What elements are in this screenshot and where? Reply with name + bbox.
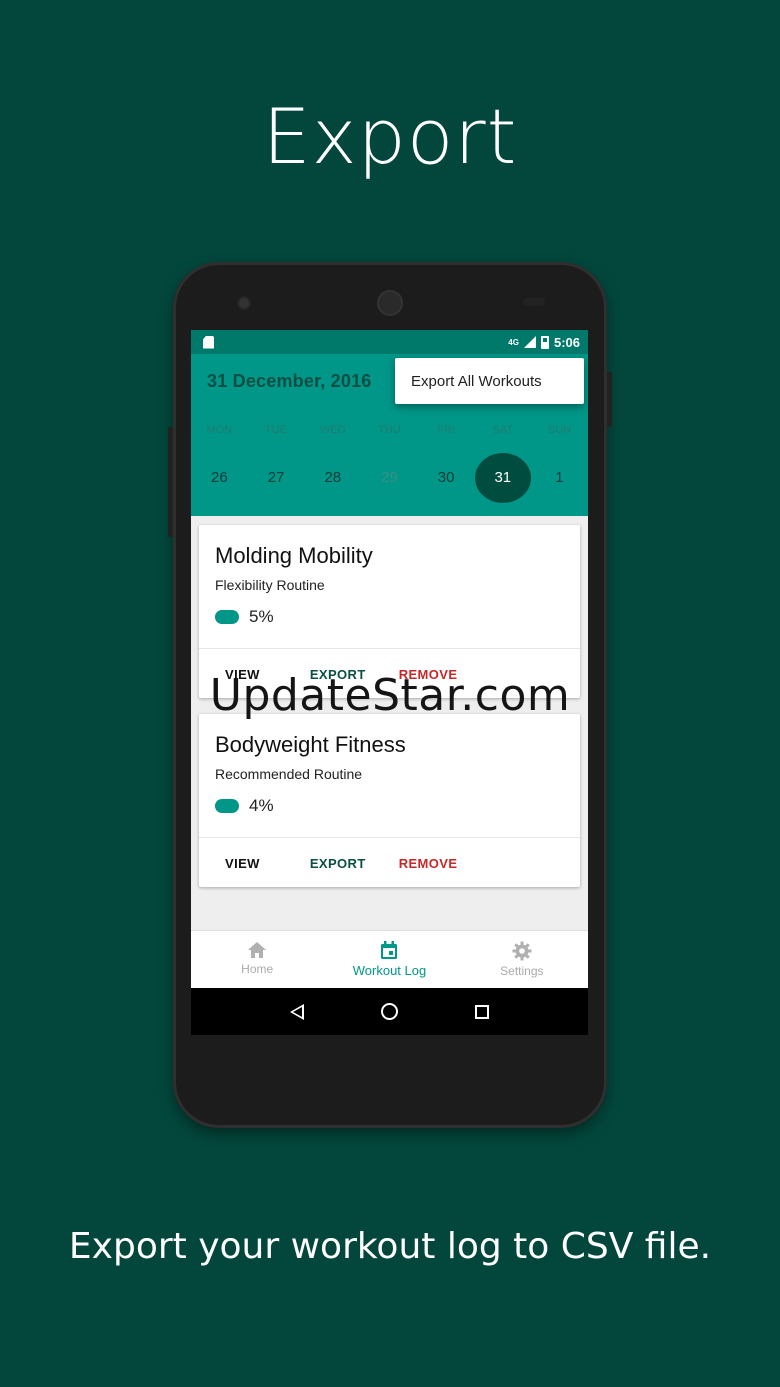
weekday-label: THU <box>378 424 401 436</box>
menu-item-export-all[interactable]: Export All Workouts <box>395 358 584 404</box>
remove-button[interactable]: REMOVE <box>399 856 458 871</box>
nav-label-settings: Settings <box>500 964 544 978</box>
progress-indicator <box>215 799 239 813</box>
weekday-label: TUE <box>265 424 288 436</box>
day-button[interactable]: 30 <box>418 453 475 503</box>
headline: Export <box>262 92 518 181</box>
day-button[interactable]: 29 <box>361 453 418 503</box>
workout-subtitle: Flexibility Routine <box>215 577 325 593</box>
power-button <box>607 372 612 427</box>
home-icon <box>248 942 267 958</box>
day-button[interactable]: 1 <box>531 453 588 503</box>
caption: Export your workout log to CSV file. <box>68 1226 712 1267</box>
weekday-label: SUN <box>547 424 572 436</box>
recents-icon[interactable] <box>475 1004 490 1019</box>
nav-item-settings[interactable]: Settings <box>456 931 588 988</box>
workout-subtitle: Recommended Routine <box>215 766 363 782</box>
day-button[interactable]: 28 <box>304 453 361 503</box>
weekday-row: MON TUE WED THU FRI SAT SUN <box>191 424 588 436</box>
selected-day-label: 31 <box>474 453 531 503</box>
nav-label-home: Home <box>241 962 274 976</box>
selected-date-title: 31 December, 2016 <box>207 371 372 391</box>
status-bar: 4G 5:06 <box>191 330 588 354</box>
network-type: 4G <box>508 337 519 347</box>
workout-title: Molding Mobility <box>215 543 373 568</box>
calendar-header: 31 December, 2016 Export All Workouts MO… <box>191 354 588 516</box>
nav-item-home[interactable]: Home <box>191 931 323 988</box>
day-button-selected[interactable]: 31 <box>474 453 531 503</box>
gear-icon <box>512 941 532 961</box>
progress-percent: 4% <box>249 796 274 815</box>
card-actions: VIEW EXPORT REMOVE <box>199 838 457 888</box>
workout-progress: 5% <box>215 607 274 627</box>
weekday-label: FRI <box>437 424 455 436</box>
front-camera <box>239 298 249 308</box>
proximity-sensor <box>523 298 545 306</box>
nav-item-workout-log[interactable]: Workout Log <box>323 931 455 988</box>
weekday-label: MON <box>206 424 233 436</box>
day-button[interactable]: 27 <box>248 453 305 503</box>
earpiece-speaker <box>379 292 401 314</box>
calendar-icon <box>381 941 398 959</box>
nav-label-workout-log: Workout Log <box>352 963 427 978</box>
workout-progress: 4% <box>215 796 274 816</box>
signal-icon <box>523 336 536 348</box>
bottom-navigation: Home Workout Log Settings <box>191 930 588 988</box>
home-circle-icon[interactable] <box>380 1003 398 1020</box>
weekday-label: WED <box>319 424 346 436</box>
workout-title: Bodyweight Fitness <box>215 732 406 757</box>
system-navigation-bar <box>191 988 588 1035</box>
progress-indicator <box>215 610 239 624</box>
back-icon[interactable] <box>289 1003 304 1020</box>
volume-button <box>168 427 173 537</box>
day-button[interactable]: 26 <box>191 453 248 503</box>
status-time: 5:06 <box>553 334 580 350</box>
weekday-label: SAT <box>492 424 514 436</box>
progress-percent: 5% <box>249 607 274 626</box>
workout-card: Bodyweight Fitness Recommended Routine 4… <box>199 714 580 887</box>
export-button[interactable]: EXPORT <box>310 856 366 871</box>
day-row: 26 27 28 29 30 31 1 <box>191 453 588 503</box>
view-button[interactable]: VIEW <box>225 856 260 871</box>
battery-icon <box>540 335 549 349</box>
watermark: UpdateStar.com <box>209 670 571 721</box>
sd-card-icon <box>203 335 214 349</box>
